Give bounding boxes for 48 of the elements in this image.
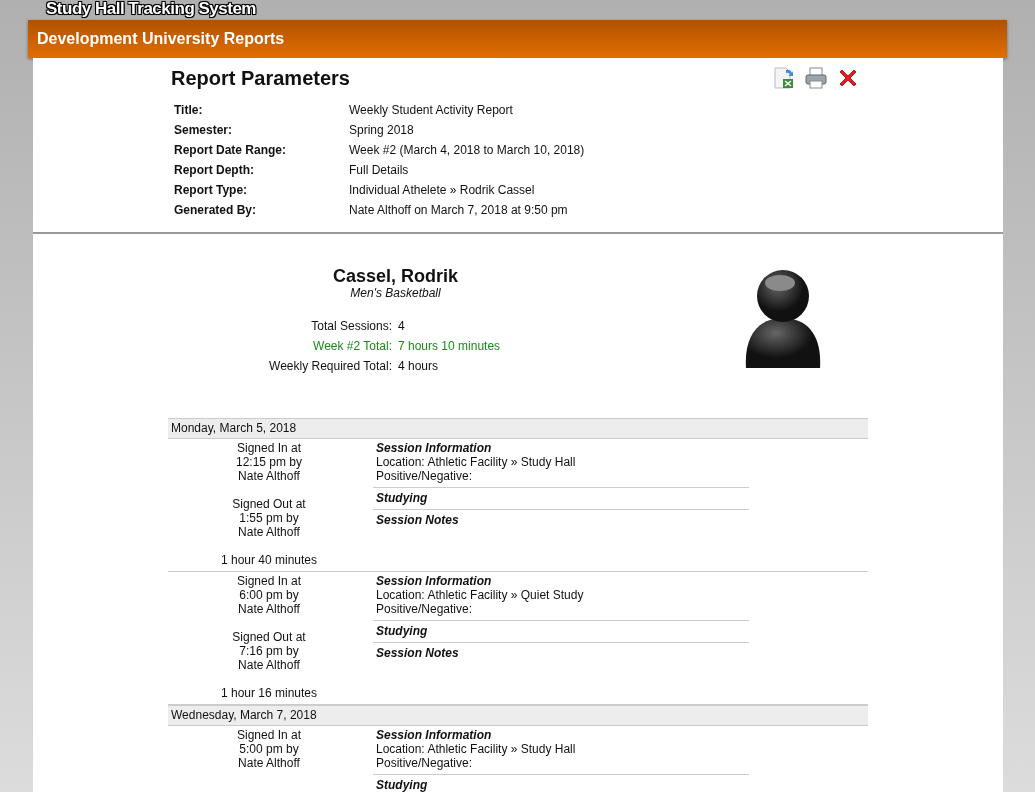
- sign-in-text: Signed In at 6:00 pm by Nate Althoff: [235, 574, 303, 616]
- parameter-value: Week #2 (March 4, 2018 to March 10, 2018): [349, 143, 585, 157]
- section-subheading: Session Notes: [376, 646, 460, 660]
- excel-export-icon[interactable]: [772, 66, 796, 90]
- parameter-label: Report Depth:: [173, 163, 255, 177]
- parameter-label: Report Date Range:: [173, 143, 287, 157]
- app-logo-title: Study Hall Tracking System: [46, 0, 256, 20]
- stat-label: Weekly Required Total:: [268, 359, 393, 373]
- parameter-value: Nate Althoff on March 7, 2018 at 9:50 pm: [349, 203, 568, 217]
- duration-text: 1 hour 16 minutes: [219, 686, 319, 700]
- section-subheading: Session Information: [376, 441, 493, 455]
- positive-negative-label: Positive/Negative:: [376, 602, 474, 616]
- athlete-name: Cassel, Rodrik: [331, 266, 460, 286]
- day-header: Monday, March 5, 2018: [168, 418, 868, 439]
- section-subheading: Studying: [376, 624, 429, 638]
- header-bar: Development University Reports: [28, 20, 1007, 58]
- stat-value: 4: [398, 319, 405, 333]
- parameter-label: Semester:: [173, 123, 234, 137]
- parameter-label: Title:: [173, 103, 204, 117]
- positive-negative-label: Positive/Negative:: [376, 756, 474, 770]
- sign-out-text: Signed Out at 7:16 pm by Nate Althoff: [231, 630, 307, 672]
- positive-negative-label: Positive/Negative:: [376, 469, 474, 483]
- stat-label: Total Sessions:: [310, 319, 393, 333]
- section-subheading: Studying: [376, 491, 429, 505]
- sign-out-text: Signed Out at 1:55 pm by Nate Althoff: [231, 497, 307, 539]
- section-subheading: Session Notes: [376, 513, 460, 527]
- parameter-value: Full Details: [349, 163, 409, 177]
- location-text: Location: Athletic Facility » Quiet Study: [376, 588, 585, 602]
- parameter-value: Individual Athelete » Rodrik Cassel: [349, 183, 535, 197]
- section-subheading: Session Information: [376, 728, 493, 742]
- stat-label: Week #2 Total:: [312, 339, 393, 353]
- location-text: Location: Athletic Facility » Study Hall: [376, 455, 577, 469]
- printer-icon[interactable]: [804, 66, 828, 90]
- sport-name: Men's Basketball: [349, 286, 442, 300]
- day-header: Wednesday, March 7, 2018: [168, 705, 868, 726]
- parameter-label: Report Type:: [173, 183, 249, 197]
- section-heading: Report Parameters: [171, 66, 350, 90]
- stat-value: 7 hours 10 minutes: [398, 339, 501, 353]
- duration-text: 1 hour 40 minutes: [219, 553, 319, 567]
- sign-in-text: Signed In at 5:00 pm by Nate Althoff: [235, 728, 303, 770]
- parameter-label: Generated By:: [173, 203, 258, 217]
- location-text: Location: Athletic Facility » Study Hall: [376, 742, 577, 756]
- section-subheading: Session Information: [376, 574, 493, 588]
- stat-value: 4 hours: [398, 359, 439, 373]
- section-subheading: Studying: [376, 778, 429, 792]
- parameter-value: Spring 2018: [349, 123, 414, 137]
- parameter-value: Weekly Student Activity Report: [349, 103, 513, 117]
- sign-in-text: Signed In at 12:15 pm by Nate Althoff: [234, 441, 303, 483]
